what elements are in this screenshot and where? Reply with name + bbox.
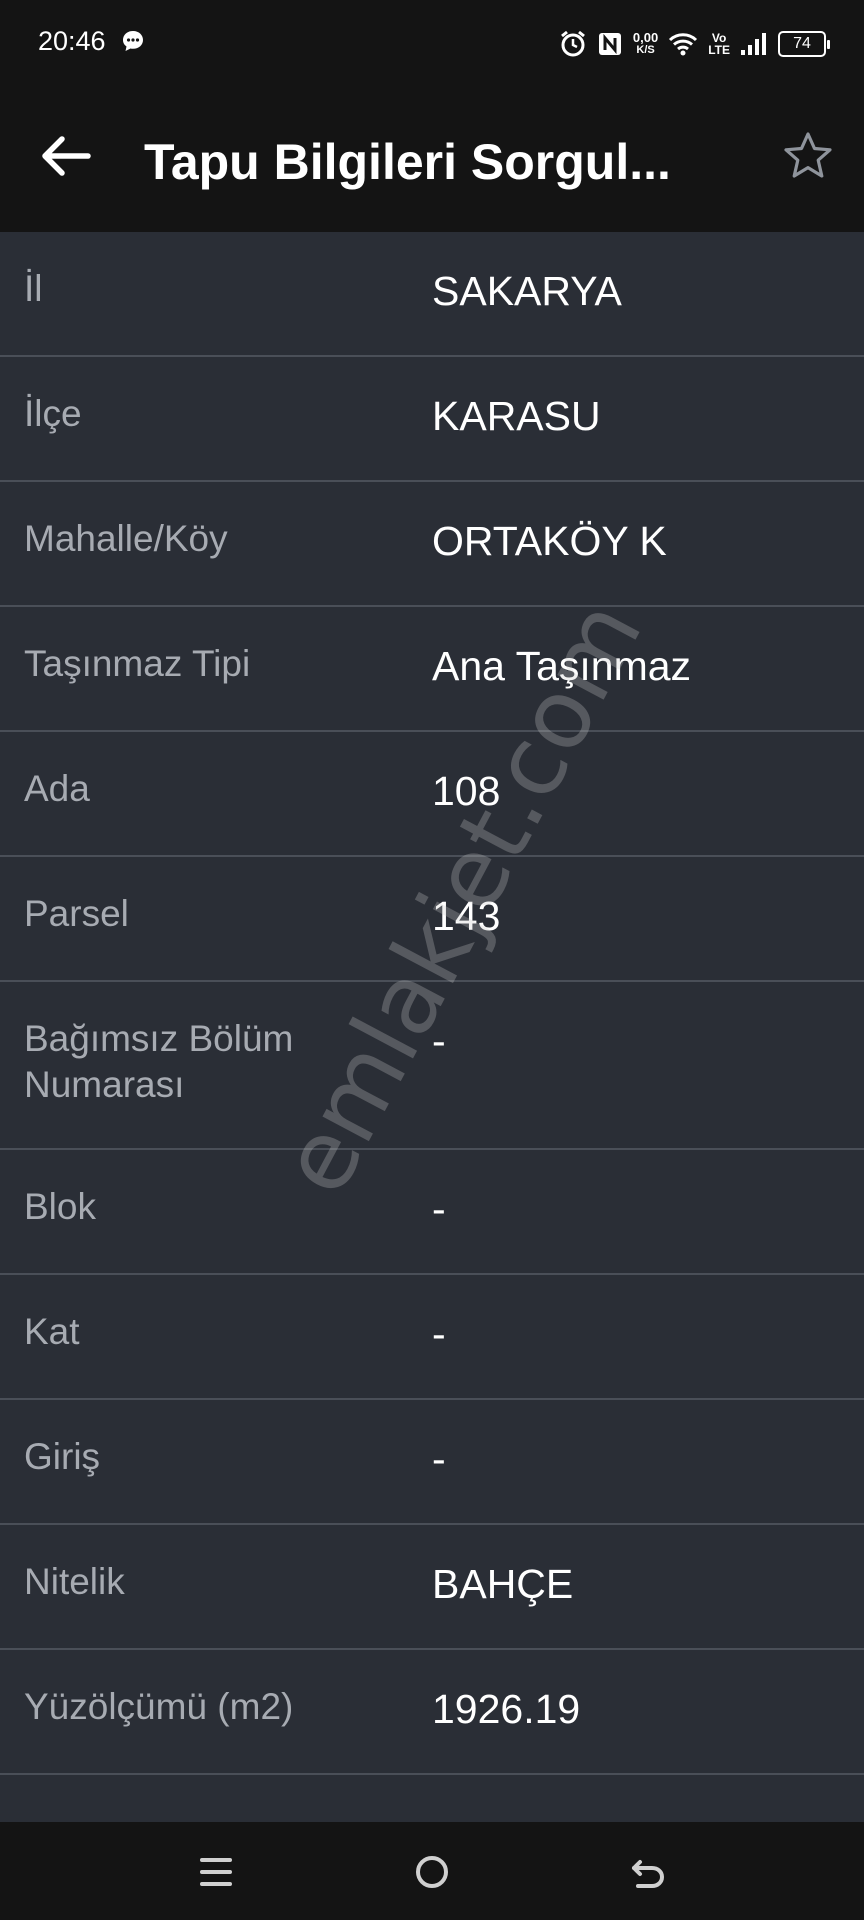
field-label: Yüzölçümü (m2) [24,1686,294,1727]
list-item: İl SAKARYA [0,232,864,357]
field-value: KARASU [432,393,601,439]
list-item: Blok - [0,1150,864,1275]
wifi-icon [669,33,698,56]
field-label: Parsel [24,893,129,934]
arrow-left-icon[interactable] [36,126,96,186]
field-value: ORTAKÖY K [432,518,667,564]
field-label: Nitelik [24,1561,125,1602]
list-item: İlçe KARASU [0,357,864,482]
field-value: - [432,1018,446,1064]
system-nav-bar [0,1822,864,1920]
field-value: - [432,1186,446,1232]
field-value: 143 [432,893,501,939]
list-item: Bağımsız Bölüm Numarası - [0,982,864,1150]
field-label: Blok [24,1186,96,1227]
volte-bottom: LTE [708,43,730,57]
field-value: - [432,1311,446,1357]
list-item: Giriş - [0,1400,864,1525]
star-outline-icon[interactable] [782,130,834,182]
status-bar: 20:46 0,00 K/S Vo LTE 74 [0,0,864,86]
property-info-list: İl SAKARYA İlçe KARASU Mahalle/Köy ORTAK… [0,232,864,1775]
field-value: BAHÇE [432,1561,574,1607]
back-icon[interactable] [622,1846,674,1898]
list-item: Yüzölçümü (m2) 1926.19 [0,1650,864,1775]
circle-home-icon[interactable] [406,1846,458,1898]
app-bar: Tapu Bilgileri Sorgul... [0,86,864,232]
message-icon [123,31,143,51]
alarm-icon [560,30,585,57]
list-item: Ada 108 [0,732,864,857]
field-label: Ada [24,768,90,809]
field-label: İl [24,268,43,309]
speed-value: 0,00 [632,30,659,45]
menu-icon[interactable] [190,1846,242,1898]
status-icons: 0,00 K/S Vo LTE 74 [559,24,830,64]
field-value: 1926.19 [432,1686,581,1732]
field-value: - [432,1436,446,1482]
signal-icon [741,33,766,55]
status-time: 20:46 [38,26,106,56]
field-label: Giriş [24,1436,101,1477]
field-value: 108 [432,768,501,814]
list-item: Nitelik BAHÇE [0,1525,864,1650]
list-item: Mahalle/Köy ORTAKÖY K [0,482,864,607]
list-item: Taşınmaz Tipi Ana Taşınmaz [0,607,864,732]
field-label: Taşınmaz Tipi [24,643,251,684]
page-title: Tapu Bilgileri Sorgul... [144,134,671,190]
field-label: Kat [24,1311,80,1352]
field-label: Mahalle/Köy [24,518,228,559]
field-value: Ana Taşınmaz [432,643,692,689]
field-value: SAKARYA [432,268,622,314]
list-item: Parsel 143 [0,857,864,982]
list-item: Kat - [0,1275,864,1400]
volte-indicator: Vo LTE [708,32,730,56]
field-label: İlçe [24,393,82,434]
battery-indicator: 74 [778,31,830,57]
network-speed: 0,00 K/S [633,31,658,57]
field-label: Bağımsız Bölüm Numarası [24,1018,294,1105]
nfc-icon [598,33,621,55]
speed-unit: K/S [636,44,655,56]
